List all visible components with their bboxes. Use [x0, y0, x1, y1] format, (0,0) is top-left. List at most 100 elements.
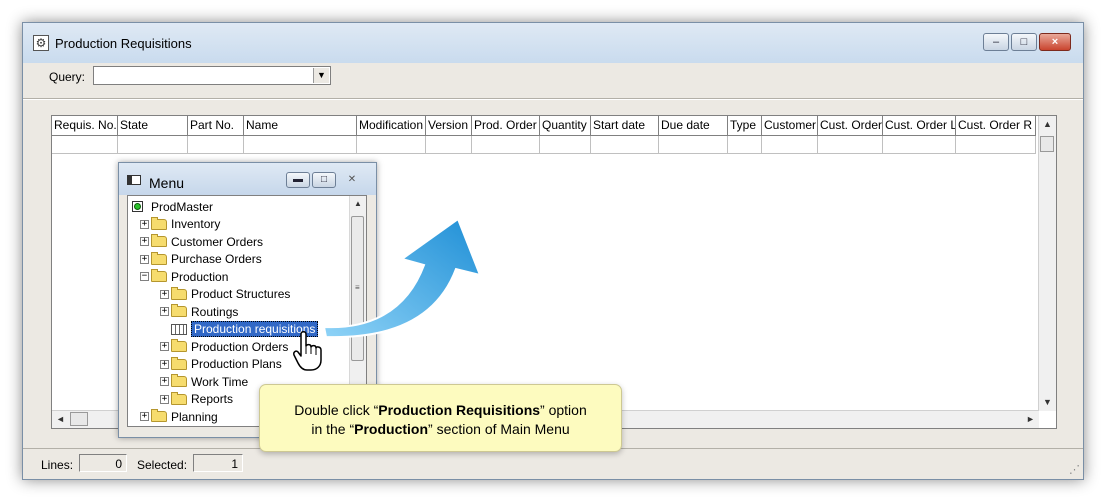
menu-title: Menu	[149, 175, 185, 191]
column-header[interactable]: Customer	[762, 116, 818, 136]
tree-item-label: Production	[171, 269, 229, 284]
tree-item[interactable]: + Planning	[140, 408, 218, 425]
tree-item-label: Production Orders	[191, 339, 289, 354]
expand-icon[interactable]: +	[160, 377, 169, 386]
query-dropdown-button[interactable]: ▼	[313, 68, 329, 83]
menu-window-icon	[127, 175, 141, 185]
table-cell[interactable]	[472, 136, 540, 154]
expand-icon[interactable]: +	[160, 359, 169, 369]
expand-icon[interactable]: +	[140, 412, 149, 421]
minimize-button[interactable]: –	[983, 33, 1009, 51]
expand-icon[interactable]: +	[160, 394, 169, 404]
lines-count: 0	[79, 454, 127, 472]
table-cell[interactable]	[52, 136, 118, 154]
close-button[interactable]: ×	[1039, 33, 1071, 51]
table-cell[interactable]	[244, 136, 357, 154]
tree-scroll-up-icon[interactable]: ▲	[350, 196, 366, 212]
column-header[interactable]: Type	[728, 116, 762, 136]
scroll-right-icon[interactable]: ►	[1022, 411, 1039, 428]
maximize-button[interactable]: □	[1011, 33, 1037, 51]
pointer-hand-icon	[293, 331, 322, 371]
column-header[interactable]: Modification	[357, 116, 426, 136]
expand-icon[interactable]: +	[160, 342, 169, 351]
folder-icon	[171, 356, 187, 370]
table-row[interactable]	[52, 136, 1036, 154]
table-cell[interactable]	[357, 136, 426, 154]
scroll-down-icon[interactable]: ▼	[1039, 394, 1056, 411]
column-header[interactable]: Prod. Order	[472, 116, 540, 136]
menu-maximize-button[interactable]: □	[312, 172, 336, 188]
menu-title-bar[interactable]: Menu ▬ □ ✕	[119, 163, 376, 195]
column-header[interactable]: Cust. Order L	[883, 116, 956, 136]
folder-icon	[171, 374, 187, 387]
title-bar[interactable]: ⚙ Production Requisitions – □ ×	[23, 23, 1083, 63]
scroll-left-icon[interactable]: ◄	[52, 411, 69, 428]
expand-icon[interactable]: +	[140, 254, 149, 264]
tree-item[interactable]: + Purchase Orders	[140, 251, 262, 268]
tree-item[interactable]: + Production Orders	[160, 338, 288, 355]
column-header[interactable]: Due date	[659, 116, 728, 136]
tree-item[interactable]: + Customer Orders	[140, 233, 263, 250]
folder-icon	[171, 304, 187, 317]
folder-icon	[171, 286, 187, 300]
table-cell[interactable]	[540, 136, 591, 154]
table-cell[interactable]	[883, 136, 956, 154]
grid-vscroll-thumb[interactable]	[1040, 136, 1054, 152]
tree-item[interactable]: + Product Structures	[160, 286, 290, 303]
column-header[interactable]: Start date	[591, 116, 659, 136]
expand-icon[interactable]: +	[140, 237, 149, 246]
grid-vertical-scrollbar[interactable]: ▲ ▼	[1038, 116, 1056, 411]
table-cell[interactable]	[728, 136, 762, 154]
tree-item-label: Purchase Orders	[171, 252, 262, 266]
column-header[interactable]: Cust. Order R	[956, 116, 1036, 136]
collapse-icon[interactable]: −	[140, 272, 149, 281]
tree-item[interactable]: ProdMaster	[132, 198, 213, 215]
tree-item[interactable]: + Inventory	[140, 216, 220, 233]
tree-item-label: Production Plans	[191, 357, 282, 371]
table-cell[interactable]	[426, 136, 472, 154]
column-header[interactable]: Quantity	[540, 116, 591, 136]
tree-item[interactable]: − Production	[140, 268, 228, 285]
selected-count: 1	[193, 454, 243, 472]
table-cell[interactable]	[591, 136, 659, 154]
expand-icon[interactable]: +	[160, 307, 169, 316]
root-node-icon	[132, 201, 143, 212]
table-cell[interactable]	[659, 136, 728, 154]
folder-icon	[151, 409, 167, 422]
expand-icon[interactable]: +	[160, 289, 169, 299]
column-header[interactable]: Name	[244, 116, 357, 136]
menu-close-button[interactable]: ✕	[338, 172, 366, 188]
table-cell[interactable]	[956, 136, 1036, 154]
query-combo[interactable]: ▼	[93, 66, 331, 85]
tree-item[interactable]: + Reports	[160, 391, 233, 408]
tree-item-label: Inventory	[171, 217, 221, 231]
selected-label: Selected:	[137, 458, 188, 472]
resize-grip-icon[interactable]: ⋰	[1069, 463, 1080, 476]
tree-item[interactable]: + Routings	[160, 303, 238, 320]
toolbar-separator	[23, 98, 1083, 100]
tree-item[interactable]: + Work Time	[160, 373, 248, 390]
folder-icon	[151, 251, 167, 265]
grid-hscroll-thumb[interactable]	[70, 412, 88, 426]
tree-item-label: Routings	[191, 304, 239, 319]
expand-icon[interactable]: +	[140, 219, 149, 229]
tree-item[interactable]: + Production Plans	[160, 356, 282, 373]
column-header[interactable]: Requis. No.	[52, 116, 118, 136]
column-header[interactable]: Part No.	[188, 116, 244, 136]
table-cell[interactable]	[188, 136, 244, 154]
table-cell[interactable]	[818, 136, 883, 154]
folder-icon	[171, 391, 187, 405]
app-gear-icon: ⚙	[33, 35, 49, 51]
table-cell[interactable]	[118, 136, 188, 154]
column-header[interactable]: Cust. Order	[818, 116, 883, 136]
column-header[interactable]: Version	[426, 116, 472, 136]
table-cell[interactable]	[762, 136, 818, 154]
column-header[interactable]: State	[118, 116, 188, 136]
status-bar: Lines: 0 Selected: 1 ⋰	[23, 448, 1083, 479]
folder-icon	[171, 339, 187, 352]
menu-minimize-button[interactable]: ▬	[286, 172, 310, 188]
query-label: Query:	[49, 70, 86, 84]
folder-open-icon	[151, 269, 167, 282]
tree-item-label: ProdMaster	[151, 199, 214, 214]
scroll-up-icon[interactable]: ▲	[1039, 116, 1056, 133]
